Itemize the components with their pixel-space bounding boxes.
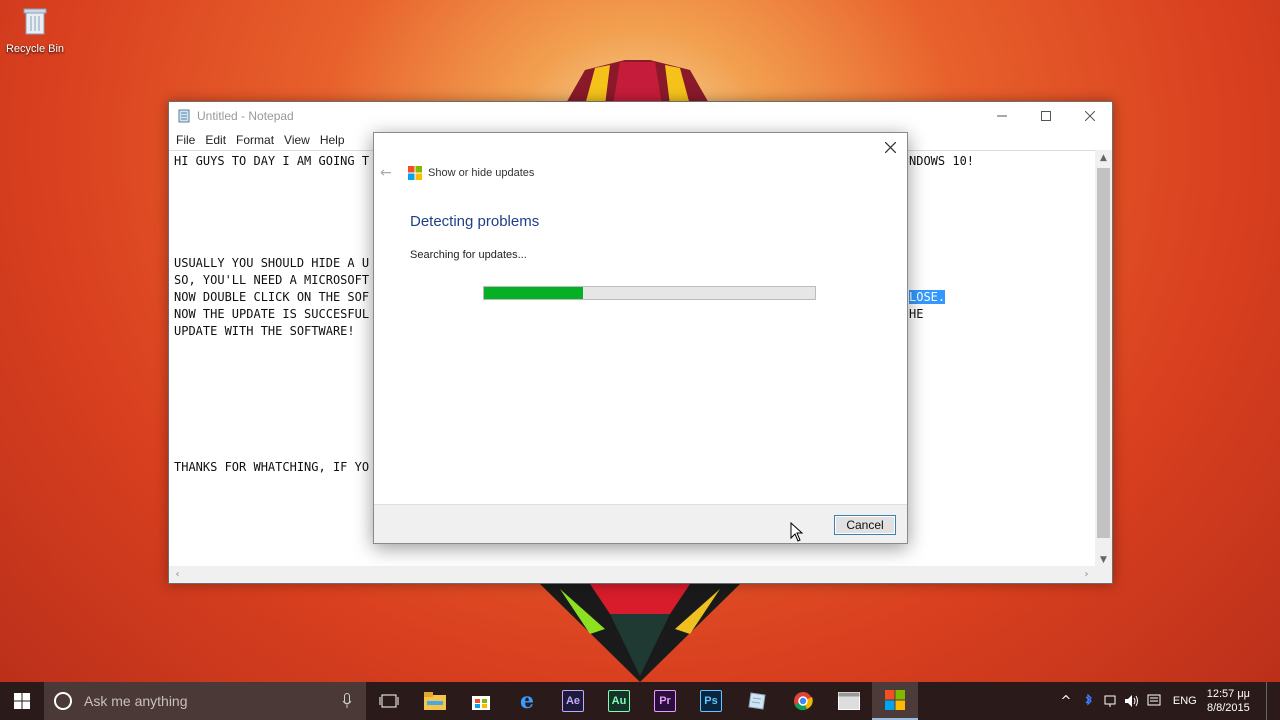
store-icon xyxy=(472,696,490,710)
network-icon[interactable] xyxy=(1099,694,1121,708)
audition-button[interactable]: Au xyxy=(596,682,642,720)
premiere-button[interactable]: Pr xyxy=(642,682,688,720)
clock[interactable]: 12:57 μμ 8/8/2015 xyxy=(1207,687,1250,715)
dialog-heading: Detecting problems xyxy=(410,213,540,230)
system-tray: ^ ENG 12:57 μμ 8/8/2015 xyxy=(1055,682,1280,720)
dialog-title: Show or hide updates xyxy=(428,167,535,179)
recycle-bin-glyph xyxy=(23,8,47,35)
edge-icon: e xyxy=(520,688,534,714)
progress-bar xyxy=(483,286,816,300)
menu-file[interactable]: File xyxy=(171,133,200,147)
show-hidden-icons-chevron-icon[interactable]: ^ xyxy=(1055,694,1077,709)
text-line-right: HE xyxy=(909,307,924,321)
clock-time: 12:57 μμ xyxy=(1206,688,1250,700)
chrome-icon xyxy=(794,692,813,711)
photoshop-button[interactable]: Ps xyxy=(688,682,734,720)
mouse-cursor-icon xyxy=(790,522,804,542)
scroll-up-icon[interactable]: ▲ xyxy=(1095,150,1112,166)
close-icon xyxy=(1085,111,1095,121)
audition-icon: Au xyxy=(608,690,630,712)
notepad-icon xyxy=(748,692,766,710)
cancel-button[interactable]: Cancel xyxy=(834,515,896,535)
dialog-status: Searching for updates... xyxy=(410,249,527,261)
after-effects-icon: Ae xyxy=(562,690,584,712)
wallpaper-shape-top xyxy=(565,60,710,105)
recycle-bin-label: Recycle Bin xyxy=(5,43,65,55)
maximize-icon xyxy=(1041,111,1051,121)
start-button[interactable] xyxy=(0,682,44,720)
file-explorer-button[interactable] xyxy=(412,682,458,720)
photoshop-icon: Ps xyxy=(700,690,722,712)
clock-date: 8/8/2015 xyxy=(1206,702,1250,714)
windows-start-icon xyxy=(14,693,30,709)
dialog-close-button[interactable] xyxy=(879,138,901,158)
taskbar: Ask me anything e Ae Au Pr Ps ^ ENG 12:5… xyxy=(0,682,1280,720)
microphone-icon[interactable] xyxy=(342,693,352,709)
close-icon xyxy=(884,141,896,154)
task-view-button[interactable] xyxy=(366,682,412,720)
folder-icon xyxy=(424,692,446,710)
minimize-button[interactable] xyxy=(980,102,1024,130)
minimize-icon xyxy=(997,115,1007,117)
notepad-taskbar-button[interactable] xyxy=(734,682,780,720)
close-button[interactable] xyxy=(1068,102,1112,130)
notepad-title: Untitled - Notepad xyxy=(197,109,294,123)
recycle-bin-icon[interactable]: Recycle Bin xyxy=(4,6,66,55)
cortana-search-box[interactable]: Ask me anything xyxy=(44,682,366,720)
show-hide-updates-dialog[interactable]: ← Show or hide updates Detecting problem… xyxy=(373,132,908,544)
chrome-button[interactable] xyxy=(780,682,826,720)
progress-fill xyxy=(484,287,584,299)
dialog-header: ← Show or hide updates xyxy=(380,165,534,181)
windows-logo-icon xyxy=(408,166,422,180)
after-effects-button[interactable]: Ae xyxy=(550,682,596,720)
dialog-footer: Cancel xyxy=(374,504,907,543)
edge-button[interactable]: e xyxy=(504,682,550,720)
vertical-scrollbar[interactable]: ▲ ▼ xyxy=(1095,150,1112,568)
scroll-thumb[interactable] xyxy=(1097,168,1110,538)
notepad-titlebar[interactable]: Untitled - Notepad xyxy=(169,102,1112,130)
windows-logo-icon xyxy=(885,690,905,710)
store-button[interactable] xyxy=(458,682,504,720)
bluetooth-icon[interactable] xyxy=(1077,694,1099,708)
resize-grip[interactable] xyxy=(1095,566,1112,583)
text-line-right: LOSE. xyxy=(909,290,946,304)
scroll-left-icon[interactable]: ‹ xyxy=(169,566,186,583)
show-hide-updates-taskbar-button[interactable] xyxy=(872,682,918,720)
language-indicator[interactable]: ENG xyxy=(1173,695,1197,707)
menu-format[interactable]: Format xyxy=(231,133,279,147)
maximize-button[interactable] xyxy=(1024,102,1068,130)
premiere-icon: Pr xyxy=(654,690,676,712)
menu-view[interactable]: View xyxy=(279,133,315,147)
cortana-icon xyxy=(54,692,72,710)
search-placeholder: Ask me anything xyxy=(84,693,188,709)
window-icon xyxy=(838,692,860,710)
notification-message-icon[interactable] xyxy=(1143,694,1165,708)
notepad-icon xyxy=(178,109,190,123)
menu-edit[interactable]: Edit xyxy=(200,133,231,147)
window-app-button[interactable] xyxy=(826,682,872,720)
task-view-icon xyxy=(379,694,399,708)
wallpaper-shape-bottom xyxy=(540,584,740,682)
horizontal-scrollbar[interactable]: ‹ › xyxy=(169,566,1095,583)
show-desktop-button[interactable] xyxy=(1266,682,1280,720)
back-arrow-icon[interactable]: ← xyxy=(380,165,396,181)
menu-help[interactable]: Help xyxy=(315,133,350,147)
volume-icon[interactable] xyxy=(1121,694,1143,708)
text-line-right: NDOWS 10! xyxy=(909,154,975,168)
scroll-right-icon[interactable]: › xyxy=(1078,566,1095,583)
